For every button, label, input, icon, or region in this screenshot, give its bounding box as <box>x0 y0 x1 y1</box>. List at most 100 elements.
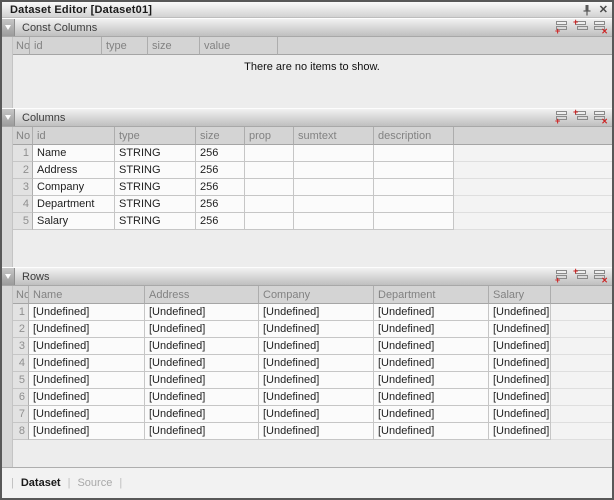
grid-cell[interactable] <box>294 145 374 162</box>
row-number[interactable]: 2 <box>12 321 29 338</box>
grid-cell[interactable]: [Undefined] <box>145 338 259 355</box>
grid-cell[interactable]: [Undefined] <box>374 406 489 423</box>
grid-cell[interactable]: [Undefined] <box>489 304 551 321</box>
grid-cell[interactable]: [Undefined] <box>489 338 551 355</box>
grid-cell[interactable]: [Undefined] <box>489 372 551 389</box>
row-number[interactable]: 6 <box>12 389 29 406</box>
pin-icon[interactable] <box>582 4 592 16</box>
section-header-columns[interactable]: Columns + + ✕ <box>2 108 612 127</box>
add-item-icon[interactable]: + <box>555 270 569 283</box>
row-number[interactable]: 8 <box>12 423 29 440</box>
grid-cell[interactable]: [Undefined] <box>145 372 259 389</box>
grid-cell[interactable]: STRING <box>115 196 196 213</box>
grid-cell[interactable]: [Undefined] <box>145 423 259 440</box>
row-number[interactable]: 7 <box>12 406 29 423</box>
grid-cell[interactable]: Company <box>33 179 115 196</box>
tab-source[interactable]: Source <box>74 477 115 489</box>
grid-cell[interactable] <box>374 196 454 213</box>
grid-cell[interactable]: [Undefined] <box>489 406 551 423</box>
grid-cell[interactable]: [Undefined] <box>374 372 489 389</box>
grid-cell[interactable] <box>294 213 374 230</box>
chevron-down-icon[interactable] <box>2 268 15 285</box>
grid-cell[interactable] <box>245 196 294 213</box>
grid-cell[interactable]: 256 <box>196 145 245 162</box>
delete-item-icon[interactable]: ✕ <box>593 21 607 34</box>
section-header-rows[interactable]: Rows + + ✕ <box>2 267 612 286</box>
grid-cell[interactable]: [Undefined] <box>259 321 374 338</box>
row-number[interactable]: 4 <box>12 196 33 213</box>
grid-cell[interactable]: 256 <box>196 179 245 196</box>
grid-cell[interactable]: [Undefined] <box>259 406 374 423</box>
row-number[interactable]: 1 <box>12 145 33 162</box>
grid-cell[interactable]: STRING <box>115 213 196 230</box>
grid-cell[interactable]: Salary <box>33 213 115 230</box>
grid-cell[interactable]: Name <box>33 145 115 162</box>
chevron-down-icon[interactable] <box>2 109 15 126</box>
grid-cell[interactable]: [Undefined] <box>29 355 145 372</box>
grid-cell[interactable]: STRING <box>115 179 196 196</box>
grid-cell[interactable]: [Undefined] <box>489 389 551 406</box>
grid-cell[interactable]: [Undefined] <box>259 372 374 389</box>
grid-cell[interactable] <box>294 162 374 179</box>
grid-cell[interactable]: [Undefined] <box>374 304 489 321</box>
grid-cell[interactable] <box>245 162 294 179</box>
grid-cell[interactable]: [Undefined] <box>259 338 374 355</box>
grid-cell[interactable]: [Undefined] <box>374 338 489 355</box>
grid-cell[interactable]: [Undefined] <box>374 355 489 372</box>
grid-cell[interactable] <box>294 196 374 213</box>
grid-cell[interactable]: [Undefined] <box>259 304 374 321</box>
grid-cell[interactable]: [Undefined] <box>29 372 145 389</box>
row-number[interactable]: 4 <box>12 355 29 372</box>
insert-item-icon[interactable]: + <box>574 270 588 283</box>
grid-cell[interactable]: [Undefined] <box>29 406 145 423</box>
grid-cell[interactable]: [Undefined] <box>489 355 551 372</box>
tab-dataset[interactable]: Dataset <box>18 477 64 489</box>
grid-cell[interactable]: [Undefined] <box>259 355 374 372</box>
grid-cell[interactable]: [Undefined] <box>374 423 489 440</box>
grid-cell[interactable]: [Undefined] <box>29 304 145 321</box>
row-number[interactable]: 5 <box>12 213 33 230</box>
delete-item-icon[interactable]: ✕ <box>593 270 607 283</box>
grid-cell[interactable]: [Undefined] <box>374 389 489 406</box>
grid-cell[interactable]: [Undefined] <box>29 321 145 338</box>
add-item-icon[interactable]: + <box>555 111 569 124</box>
row-number[interactable]: 1 <box>12 304 29 321</box>
grid-cell[interactable]: [Undefined] <box>145 406 259 423</box>
grid-cell[interactable] <box>294 179 374 196</box>
grid-cell[interactable] <box>245 179 294 196</box>
grid-cell[interactable]: 256 <box>196 162 245 179</box>
insert-item-icon[interactable]: + <box>574 21 588 34</box>
row-number[interactable]: 2 <box>12 162 33 179</box>
grid-cell[interactable]: [Undefined] <box>145 389 259 406</box>
grid-cell[interactable]: [Undefined] <box>29 389 145 406</box>
add-item-icon[interactable]: + <box>555 21 569 34</box>
grid-cell[interactable] <box>374 179 454 196</box>
chevron-down-icon[interactable] <box>2 19 15 36</box>
grid-cell[interactable]: [Undefined] <box>489 321 551 338</box>
grid-cell[interactable]: [Undefined] <box>374 321 489 338</box>
section-header-const-columns[interactable]: Const Columns + + ✕ <box>2 18 612 37</box>
grid-cell[interactable]: [Undefined] <box>145 355 259 372</box>
row-number[interactable]: 3 <box>12 338 29 355</box>
grid-cell[interactable]: [Undefined] <box>145 304 259 321</box>
close-icon[interactable]: ✕ <box>599 5 608 15</box>
grid-cell[interactable] <box>374 145 454 162</box>
grid-cell[interactable]: Department <box>33 196 115 213</box>
grid-cell[interactable]: STRING <box>115 145 196 162</box>
grid-cell[interactable]: 256 <box>196 196 245 213</box>
grid-cell[interactable]: STRING <box>115 162 196 179</box>
row-number[interactable]: 5 <box>12 372 29 389</box>
grid-cell[interactable]: [Undefined] <box>259 423 374 440</box>
grid-cell[interactable] <box>374 213 454 230</box>
delete-item-icon[interactable]: ✕ <box>593 111 607 124</box>
grid-cell[interactable]: [Undefined] <box>29 338 145 355</box>
grid-cell[interactable]: Address <box>33 162 115 179</box>
row-number[interactable]: 3 <box>12 179 33 196</box>
grid-cell[interactable]: 256 <box>196 213 245 230</box>
grid-cell[interactable]: [Undefined] <box>29 423 145 440</box>
grid-cell[interactable]: [Undefined] <box>489 423 551 440</box>
grid-cell[interactable] <box>374 162 454 179</box>
insert-item-icon[interactable]: + <box>574 111 588 124</box>
grid-cell[interactable]: [Undefined] <box>145 321 259 338</box>
grid-cell[interactable] <box>245 213 294 230</box>
